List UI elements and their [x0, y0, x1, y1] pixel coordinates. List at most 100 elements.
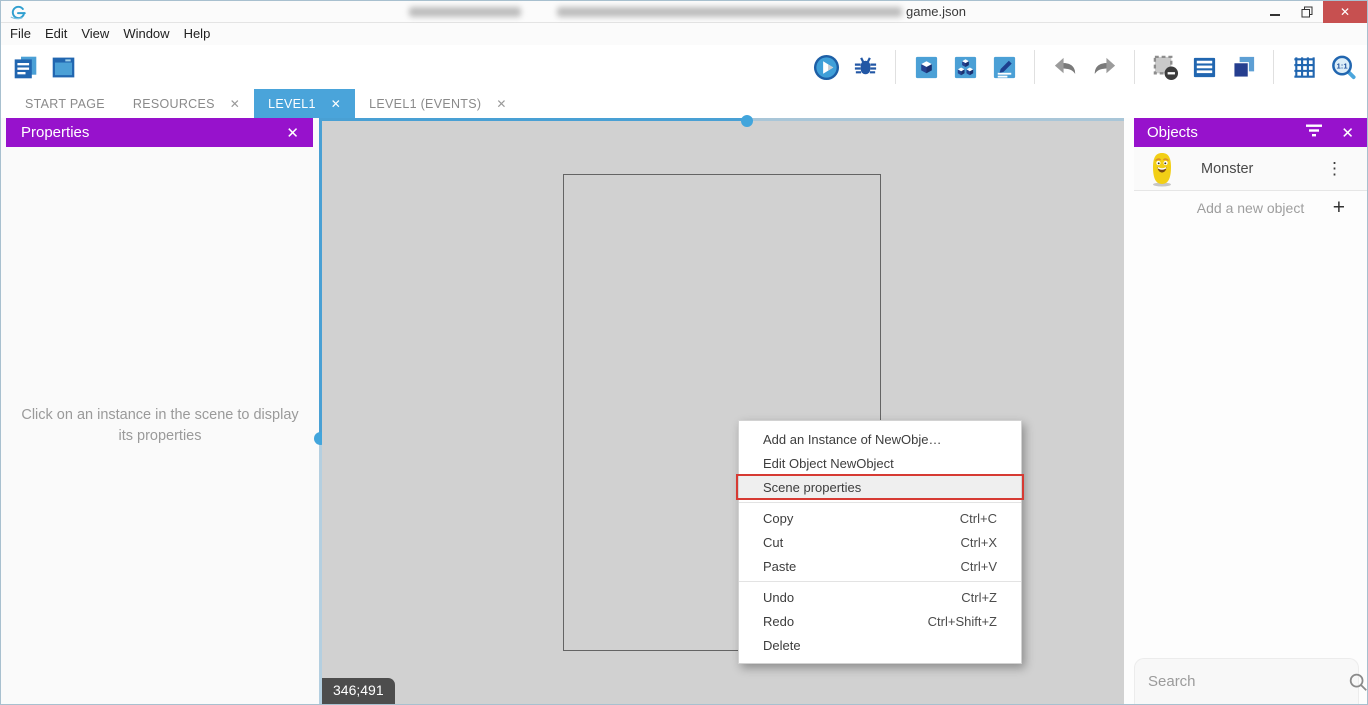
menu-file[interactable]: File — [3, 23, 38, 45]
tab-label: RESOURCES — [133, 97, 215, 111]
start-page-button[interactable] — [49, 53, 77, 81]
add-new-object-label: Add a new object — [1197, 200, 1304, 216]
menu-window[interactable]: Window — [116, 23, 176, 45]
layers-icon — [1230, 54, 1257, 81]
close-button[interactable]: ✕ — [1323, 1, 1367, 23]
context-menu-item-cut[interactable]: Cut Ctrl+X — [739, 530, 1021, 554]
gdevelop-logo-icon — [9, 3, 27, 21]
add-multiple-instances-button[interactable] — [951, 53, 979, 81]
properties-panel-title: Properties — [21, 124, 89, 141]
menu-view[interactable]: View — [74, 23, 116, 45]
properties-empty-message: Click on an instance in the scene to dis… — [17, 405, 303, 447]
toolbar: 1:1 — [1, 45, 1367, 89]
delete-instances-button[interactable] — [1151, 53, 1179, 81]
objects-panel: Objects ✕ — [1124, 118, 1367, 704]
undo-icon — [1052, 54, 1079, 81]
toolbar-separator — [895, 50, 896, 84]
context-menu-separator — [739, 581, 1021, 582]
object-menu-kebab-icon[interactable]: ⋮ — [1326, 160, 1343, 177]
undo-button[interactable] — [1051, 53, 1079, 81]
redacted-window-title — [557, 7, 902, 17]
titlebar: game.json ✕ — [1, 1, 1367, 23]
context-menu-item-redo[interactable]: Redo Ctrl+Shift+Z — [739, 609, 1021, 633]
object-name: Monster — [1201, 161, 1253, 177]
minimize-icon — [1270, 14, 1280, 16]
resizer-line — [322, 118, 747, 121]
objects-search-card — [1134, 658, 1359, 704]
tab-start-page[interactable]: START PAGE — [11, 89, 119, 118]
filter-icon[interactable] — [1304, 123, 1324, 142]
tab-label: START PAGE — [25, 97, 105, 111]
minimize-button[interactable] — [1259, 1, 1291, 23]
tab-close-icon[interactable]: ✕ — [331, 97, 341, 111]
context-menu-item-undo[interactable]: Undo Ctrl+Z — [739, 585, 1021, 609]
context-menu-item-delete[interactable]: Delete — [739, 633, 1021, 657]
add-instance-button[interactable] — [912, 53, 940, 81]
close-icon[interactable]: ✕ — [286, 124, 299, 142]
tab-label: LEVEL1 — [268, 97, 316, 111]
search-icon — [1347, 671, 1368, 693]
restore-icon — [1301, 6, 1313, 18]
resizer-line — [747, 118, 1124, 121]
edit-scene-button[interactable] — [990, 53, 1018, 81]
edit-scene-icon — [991, 54, 1018, 81]
tab-label: LEVEL1 (EVENTS) — [369, 97, 481, 111]
toolbar-separator — [1034, 50, 1035, 84]
monster-thumbnail-icon — [1149, 151, 1175, 187]
objects-search-input[interactable] — [1148, 673, 1347, 690]
menubar: File Edit View Window Help — [1, 23, 1367, 45]
object-list-item-monster[interactable]: Monster ⋮ — [1134, 147, 1367, 191]
add-new-object-row[interactable]: Add a new object + — [1134, 191, 1367, 224]
tab-close-icon[interactable]: ✕ — [496, 97, 506, 111]
start-page-icon — [50, 54, 77, 81]
project-manager-icon — [12, 54, 39, 81]
play-button[interactable] — [812, 53, 840, 81]
scene-context-menu: Add an Instance of NewObje… Edit Object … — [738, 420, 1022, 664]
grid-icon — [1291, 54, 1318, 81]
context-menu-item-paste[interactable]: Paste Ctrl+V — [739, 554, 1021, 578]
add-multiple-instances-icon — [952, 54, 979, 81]
properties-panel-header: Properties ✕ — [6, 118, 313, 147]
objects-list-icon — [1191, 54, 1218, 81]
toolbar-separator — [1134, 50, 1135, 84]
mouse-coordinates-badge: 346;491 — [322, 678, 395, 704]
context-menu-item-add-instance[interactable]: Add an Instance of NewObje… — [739, 427, 1021, 451]
debug-bug-icon — [852, 54, 879, 81]
context-menu-item-scene-properties[interactable]: Scene properties — [739, 475, 1021, 499]
menu-edit[interactable]: Edit — [38, 23, 74, 45]
tab-level1-events[interactable]: LEVEL1 (EVENTS) ✕ — [355, 89, 521, 118]
svg-text:1:1: 1:1 — [1336, 61, 1348, 70]
tab-close-icon[interactable]: ✕ — [230, 97, 240, 111]
tabbar: START PAGE RESOURCES ✕ LEVEL1 ✕ LEVEL1 (… — [1, 89, 1367, 118]
context-menu-item-copy[interactable]: Copy Ctrl+C — [739, 506, 1021, 530]
grid-button[interactable] — [1290, 53, 1318, 81]
delete-instances-icon — [1152, 54, 1179, 81]
redacted-window-title — [409, 7, 521, 17]
play-icon — [813, 54, 840, 81]
project-manager-button[interactable] — [11, 53, 39, 81]
toolbar-separator — [1273, 50, 1274, 84]
restore-button[interactable] — [1291, 1, 1323, 23]
close-icon[interactable]: ✕ — [1341, 124, 1354, 142]
window-title: game.json — [906, 4, 966, 19]
context-menu-item-edit-object[interactable]: Edit Object NewObject — [739, 451, 1021, 475]
menu-help[interactable]: Help — [177, 23, 218, 45]
close-icon: ✕ — [1340, 5, 1350, 19]
add-instance-icon — [913, 54, 940, 81]
objects-panel-title: Objects — [1147, 124, 1198, 141]
redo-icon — [1091, 54, 1118, 81]
objects-list-button[interactable] — [1190, 53, 1218, 81]
properties-panel: Properties ✕ Click on an instance in the… — [1, 118, 319, 704]
debug-button[interactable] — [851, 53, 879, 81]
tab-level1[interactable]: LEVEL1 ✕ — [254, 89, 355, 118]
plus-icon[interactable]: + — [1333, 197, 1345, 218]
resizer-handle[interactable] — [741, 115, 753, 127]
zoom-1-1-icon: 1:1 — [1330, 54, 1357, 81]
objects-panel-header: Objects ✕ — [1134, 118, 1367, 147]
tab-resources[interactable]: RESOURCES ✕ — [119, 89, 254, 118]
context-menu-separator — [739, 502, 1021, 503]
zoom-1-1-button[interactable]: 1:1 — [1329, 53, 1357, 81]
redo-button[interactable] — [1090, 53, 1118, 81]
gdevelop-window: game.json ✕ File Edit View Window Help — [0, 0, 1368, 705]
layers-button[interactable] — [1229, 53, 1257, 81]
